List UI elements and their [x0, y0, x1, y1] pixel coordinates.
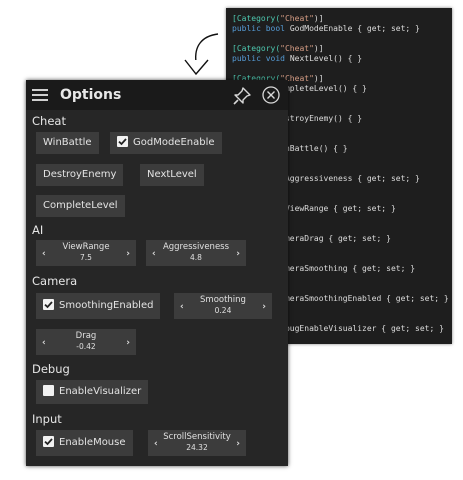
- increment-arrow-icon[interactable]: ›: [236, 249, 240, 259]
- checkmark-icon: [117, 136, 128, 147]
- checkbox-icon: [43, 385, 54, 396]
- checkmark-icon: [43, 436, 54, 447]
- increment-arrow-icon[interactable]: ›: [262, 302, 266, 312]
- code-line: [Category("Cheat")]: [232, 44, 324, 53]
- smoothing-enabled-toggle[interactable]: SmoothingEnabled: [36, 293, 161, 319]
- enable-visualizer-toggle[interactable]: EnableVisualizer: [36, 380, 149, 404]
- increment-arrow-icon[interactable]: ›: [126, 338, 130, 348]
- close-icon[interactable]: [262, 86, 280, 104]
- enable-mouse-toggle[interactable]: EnableMouse: [36, 430, 133, 456]
- scroll-sensitivity-value: 24.32: [186, 443, 208, 452]
- view-range-stepper[interactable]: ViewRange ‹ 7.5 ›: [36, 240, 136, 266]
- scroll-sensitivity-label: ScrollSensitivity: [163, 432, 231, 442]
- aggressiveness-label: Aggressiveness: [162, 242, 230, 252]
- section-debug: Debug: [32, 362, 70, 376]
- window-title: Options: [60, 87, 122, 103]
- hamburger-icon[interactable]: [32, 89, 48, 101]
- next-level-button[interactable]: NextLevel: [140, 164, 204, 186]
- increment-arrow-icon[interactable]: ›: [126, 249, 130, 259]
- options-window: Options Cheat WinBattle GodModeEnable De…: [26, 80, 288, 466]
- checkmark-icon: [43, 299, 54, 310]
- curved-arrow-icon: [184, 30, 219, 76]
- smoothing-value: 0.24: [214, 306, 232, 315]
- view-range-value: 7.5: [80, 253, 92, 262]
- increment-arrow-icon[interactable]: ›: [236, 439, 240, 449]
- enable-mouse-label: EnableMouse: [59, 437, 126, 448]
- scroll-sensitivity-stepper[interactable]: ScrollSensitivity ‹ 24.32 ›: [148, 430, 246, 456]
- section-cheat: Cheat: [32, 114, 66, 128]
- code-line: [Category("Cheat")]: [232, 14, 324, 23]
- drag-value: -0.42: [76, 342, 96, 351]
- smoothing-label: Smoothing: [200, 295, 246, 305]
- section-camera: Camera: [32, 274, 78, 288]
- aggressiveness-stepper[interactable]: Aggressiveness ‹ 4.8 ›: [146, 240, 246, 266]
- god-mode-toggle[interactable]: GodModeEnable: [110, 132, 222, 154]
- pin-icon[interactable]: [232, 86, 252, 106]
- drag-stepper[interactable]: Drag ‹ -0.42 ›: [36, 329, 136, 355]
- code-line: public void NextLevel() { }: [232, 54, 363, 63]
- smoothing-stepper[interactable]: Smoothing ‹ 0.24 ›: [174, 293, 272, 319]
- section-ai: AI: [32, 223, 44, 237]
- destroy-enemy-button[interactable]: DestroyEnemy: [36, 164, 124, 186]
- title-bar: Options: [26, 80, 288, 110]
- code-line: public bool GodModeEnable { get; set; }: [232, 24, 420, 33]
- god-mode-label: GodModeEnable: [133, 137, 215, 148]
- section-input: Input: [32, 412, 62, 426]
- view-range-label: ViewRange: [62, 242, 110, 252]
- drag-label: Drag: [75, 331, 97, 341]
- complete-level-button[interactable]: CompleteLevel: [36, 195, 125, 217]
- enable-visualizer-label: EnableVisualizer: [59, 386, 142, 397]
- aggressiveness-value: 4.8: [190, 253, 202, 262]
- win-battle-button[interactable]: WinBattle: [36, 132, 99, 154]
- smoothing-enabled-label: SmoothingEnabled: [59, 300, 154, 311]
